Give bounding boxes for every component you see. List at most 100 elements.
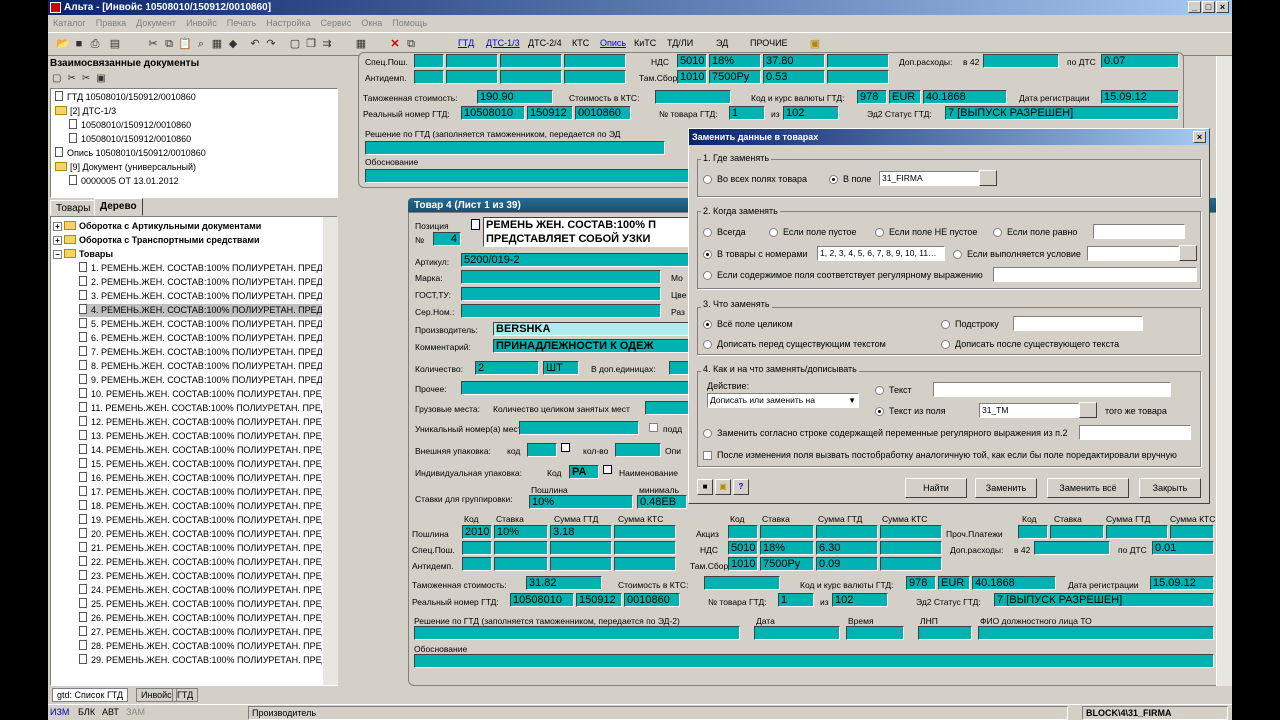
window-tab-gtd-list[interactable]: gtd: Список ГТД: [52, 688, 129, 702]
akciz-kod[interactable]: [728, 525, 758, 539]
iz-value-2[interactable]: 102: [832, 593, 888, 607]
table-row[interactable]: 20. РЕМЕНЬ.ЖЕН. СОСТАВ:100% ПОЛИУРЕТАН. …: [79, 528, 334, 541]
anti-kts[interactable]: [564, 70, 626, 84]
move-doc-icon[interactable]: ⇉: [320, 37, 334, 51]
close-dialog-button[interactable]: Закрыть: [1139, 478, 1201, 498]
radio-goods-numbers[interactable]: [703, 250, 712, 259]
realnum-3[interactable]: 0010860: [575, 106, 631, 120]
table-row[interactable]: 28. РЕМЕНЬ.ЖЕН. СОСТАВ:100% ПОЛИУРЕТАН. …: [79, 640, 334, 653]
nds-code[interactable]: 5010: [677, 54, 707, 68]
substring-input[interactable]: [1013, 316, 1143, 331]
tb-prochie[interactable]: ПРОЧИЕ: [750, 38, 788, 48]
find-icon[interactable]: ⌕: [194, 37, 208, 51]
close-button[interactable]: ×: [1216, 1, 1229, 13]
condition-input[interactable]: [1087, 246, 1179, 261]
kurs-currency-2[interactable]: EUR: [938, 576, 970, 590]
nds-sum-2[interactable]: 6.30: [816, 541, 878, 555]
menu-servis[interactable]: Сервис: [316, 15, 357, 31]
nds-kts[interactable]: [827, 54, 889, 68]
stavka-poshl[interactable]: 10%: [529, 495, 633, 509]
table-row[interactable]: 13. РЕМЕНЬ.ЖЕН. СОСТАВ:100% ПОЛИУРЕТАН. …: [79, 430, 334, 443]
table-row[interactable]: 12. РЕМЕНЬ.ЖЕН. СОСТАВ:100% ПОЛИУРЕТАН. …: [79, 416, 334, 429]
tamsbor-rate-2[interactable]: 7500Ру: [760, 557, 814, 571]
comment-field[interactable]: ПРИНАДЛЕЖНОСТИ К ОДЕЖ: [493, 339, 713, 353]
in-field-picker-button[interactable]: [979, 170, 997, 186]
duplicate-icon[interactable]: ⧉: [404, 37, 418, 51]
condition-picker-button[interactable]: [1179, 245, 1197, 261]
kurs-currency[interactable]: EUR: [889, 90, 921, 104]
list-item[interactable]: 10508010/150912/0010860: [69, 133, 191, 146]
menu-pechat[interactable]: Печать: [222, 15, 261, 31]
radio-if-equal[interactable]: [993, 228, 1002, 237]
note-icon[interactable]: [561, 443, 570, 452]
marka-field[interactable]: [461, 270, 661, 284]
tb-dts24[interactable]: ДТС-2/4: [528, 38, 562, 48]
table-row[interactable]: 27. РЕМЕНЬ.ЖЕН. СОСТАВ:100% ПОЛИУРЕТАН. …: [79, 626, 334, 639]
realnum-2-2[interactable]: 150912: [576, 593, 622, 607]
tamsbor-sum-2[interactable]: 0.09: [816, 557, 878, 571]
tamsbor-rate[interactable]: 7500Ру: [709, 70, 761, 84]
tb-kts[interactable]: КТС: [572, 38, 589, 48]
regex-replace-input[interactable]: [1079, 425, 1191, 440]
menu-dokument[interactable]: Документ: [131, 15, 181, 31]
data-field[interactable]: [754, 626, 840, 640]
redo-icon[interactable]: ↷: [264, 37, 278, 51]
table-row[interactable]: 24. РЕМЕНЬ.ЖЕН. СОСТАВ:100% ПОЛИУРЕТАН. …: [79, 584, 334, 597]
text-from-field-input[interactable]: 31_TM: [979, 403, 1079, 418]
radio-regex-replace[interactable]: [703, 429, 712, 438]
anti-rate[interactable]: [446, 70, 498, 84]
radio-always[interactable]: [703, 228, 712, 237]
manufacturer-field[interactable]: BERSHKA: [493, 322, 713, 336]
dop-v42[interactable]: [983, 54, 1059, 68]
paste-icon[interactable]: 📋: [178, 37, 192, 51]
nomtov-value-2[interactable]: 1: [778, 593, 814, 607]
position-value[interactable]: 4: [433, 232, 461, 246]
realnum-1[interactable]: 10508010: [461, 106, 525, 120]
maximize-button[interactable]: □: [1202, 1, 1215, 13]
table-row[interactable]: 21. РЕМЕНЬ.ЖЕН. СОСТАВ:100% ПОЛИУРЕТАН. …: [79, 542, 334, 555]
poshl-rate[interactable]: 10%: [494, 525, 548, 539]
table-row[interactable]: 25. РЕМЕНЬ.ЖЕН. СОСТАВ:100% ПОЛИУРЕТАН. …: [79, 598, 334, 611]
dop-v42-2[interactable]: [1034, 541, 1110, 555]
open-folder-icon[interactable]: ▣: [715, 479, 731, 495]
realnum-1-2[interactable]: 10508010: [510, 593, 574, 607]
nds-sum[interactable]: 37.80: [763, 54, 825, 68]
save-icon[interactable]: ■: [72, 37, 86, 51]
anti-code[interactable]: [414, 70, 444, 84]
article-value[interactable]: 5200/019-2: [461, 253, 711, 267]
podd-checkbox[interactable]: [649, 423, 658, 432]
anti-kod-2[interactable]: [462, 557, 492, 571]
table-row[interactable]: 16. РЕМЕНЬ.ЖЕН. СОСТАВ:100% ПОЛИУРЕТАН. …: [79, 472, 334, 485]
menu-katalog[interactable]: Каталог: [48, 15, 91, 31]
lnp-field[interactable]: [918, 626, 972, 640]
text-input[interactable]: [933, 382, 1171, 397]
spec-rate[interactable]: [446, 54, 498, 68]
iz-value[interactable]: 102: [783, 106, 839, 120]
if-equal-input[interactable]: [1093, 224, 1185, 239]
tb-tdli[interactable]: ТД/ЛИ: [667, 38, 693, 48]
nomtov-value[interactable]: 1: [729, 106, 765, 120]
tb-opis[interactable]: Опись: [600, 38, 626, 48]
poshl-sum[interactable]: 3.18: [550, 525, 612, 539]
dialog-close-icon[interactable]: ×: [1193, 131, 1206, 143]
replace-button[interactable]: Заменить: [975, 478, 1037, 498]
in-field-input[interactable]: 31_FIRMA: [879, 171, 979, 186]
copy-doc-icon[interactable]: ❐: [304, 37, 318, 51]
table-row[interactable]: 10. РЕМЕНЬ.ЖЕН. СОСТАВ:100% ПОЛИУРЕТАН. …: [79, 388, 334, 401]
anti-kts-2[interactable]: [614, 557, 676, 571]
tb-ed[interactable]: ЭД: [716, 38, 728, 48]
status-value-2[interactable]: 7 [ВЫПУСК РАЗРЕШЕН]: [994, 593, 1214, 607]
table-row[interactable]: 23. РЕМЕНЬ.ЖЕН. СОСТАВ:100% ПОЛИУРЕТАН. …: [79, 570, 334, 583]
copy-icon[interactable]: ⧉: [162, 37, 176, 51]
prochpl-kod[interactable]: [1018, 525, 1048, 539]
replace-all-button[interactable]: Заменить всё: [1047, 478, 1129, 498]
table-row[interactable]: 14. РЕМЕНЬ.ЖЕН. СОСТАВ:100% ПОЛИУРЕТАН. …: [79, 444, 334, 457]
description-field[interactable]: РЕМЕНЬ ЖЕН. СОСТАВ:100% П ПРЕДСТАВЛЯЕТ СО…: [483, 217, 693, 247]
spec-kts[interactable]: [564, 54, 626, 68]
radio-whole-field[interactable]: [703, 320, 712, 329]
sernum-field[interactable]: [461, 304, 661, 318]
radio-all-fields[interactable]: [703, 175, 712, 184]
prochpl-kts[interactable]: [1170, 525, 1214, 539]
list-item[interactable]: [9] Документ (универсальный): [55, 161, 196, 174]
list-item[interactable]: Опись 10508010/150912/0010860: [55, 147, 206, 160]
